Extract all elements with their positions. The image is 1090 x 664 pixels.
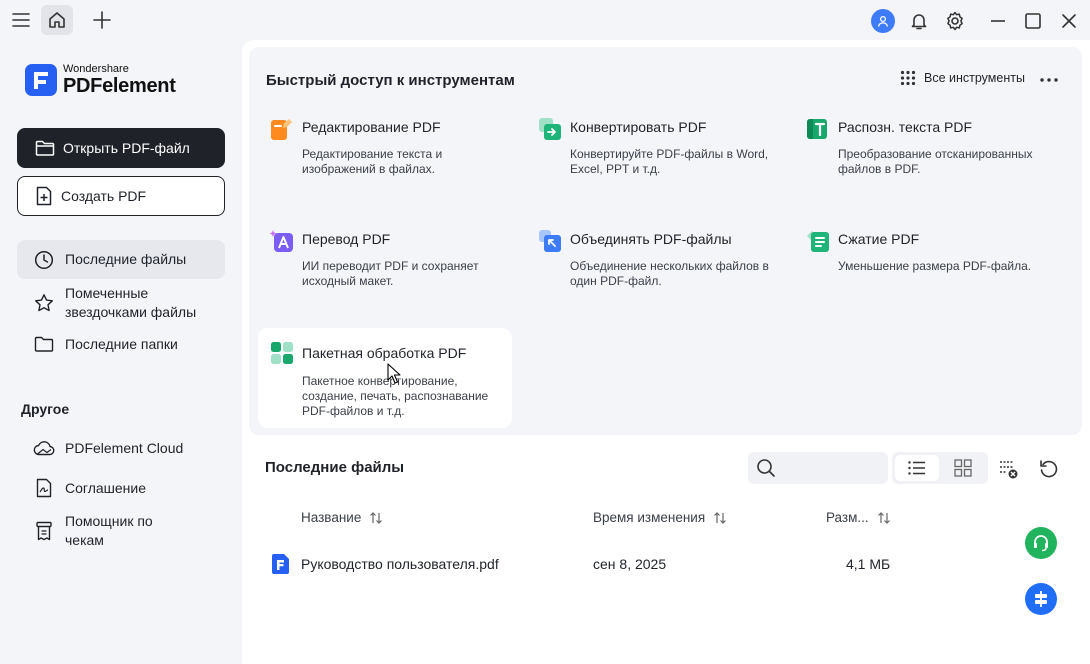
settings-gear-icon[interactable] [943,8,967,34]
sidebar-item-label: Помеченные звездочками файлы [65,285,197,320]
menu-icon[interactable] [8,7,34,33]
tool-card-compress-pdf[interactable]: Сжатие PDF Уменьшение размера PDF-файла. [794,225,1048,325]
tool-card-title: Пакетная обработка PDF [302,345,467,361]
title-bar [0,0,1090,40]
sidebar-item-label: Соглашение [65,479,147,496]
convert-pdf-icon [538,117,562,141]
tool-card-desc: Преобразование отсканированных файлов в … [838,147,1033,176]
folder-icon [33,333,55,355]
sidebar-item-label: Помощник по чекам [65,513,153,548]
file-modified: сен 8, 2025 [593,556,667,572]
merge-icon [538,229,562,253]
tool-card-desc: Редактирование текста и изображений в фа… [302,147,443,176]
logo-company: Wondershare [63,63,129,75]
sort-icon [714,511,727,524]
grid-dots-icon [900,70,916,86]
notification-bell-icon[interactable] [907,8,931,34]
more-options-icon[interactable] [1038,70,1060,90]
home-icon[interactable] [41,5,73,35]
sidebar-item-label: PDFelement Cloud [65,439,184,456]
other-section-title: Другое [21,401,70,417]
column-header-name[interactable]: Название [301,510,383,525]
folder-open-icon [35,140,55,156]
open-pdf-label: Открыть PDF-файл [63,140,190,156]
sidebar-item-cloud[interactable]: PDFelement Cloud [17,433,225,463]
tool-card-batch-pdf[interactable]: Пакетная обработка PDF Пакетное конверти… [258,328,512,428]
tool-card-title: Распозн. текста PDF [838,119,973,135]
tool-card-edit-pdf[interactable]: Редактирование PDF Редактирование текста… [258,113,512,213]
sidebar-item-starred-files[interactable]: Помеченные звездочками файлы [17,283,225,323]
sidebar-item-label: Последние папки [65,335,178,352]
tool-card-merge-pdf[interactable]: Объединять PDF-файлы Объединение несколь… [526,225,780,325]
tool-card-title: Объединять PDF-файлы [570,231,732,247]
file-name: Руководство пользователя.pdf [301,556,499,572]
search-icon [757,459,775,477]
clock-icon [33,249,55,271]
logo-product: PDFelement [63,75,176,97]
tool-card-desc: Уменьшение размера PDF-файла. [838,259,1032,273]
column-header-modified[interactable]: Время изменения [593,510,727,525]
tool-card-title: Перевод PDF [302,231,391,247]
star-icon [33,292,55,314]
new-file-icon [36,186,52,206]
all-tools-button[interactable]: Все инструменты [900,70,1025,86]
all-tools-label: Все инструменты [924,71,1025,85]
view-toggle [892,452,988,484]
support-headset-icon[interactable] [1025,527,1057,559]
tool-card-desc: Объединение нескольких файлов в один PDF… [570,259,769,288]
sidebar-item-agreement[interactable]: Соглашение [17,473,225,503]
tool-card-desc: ИИ переводит PDF и сохраняет исходный ма… [302,259,479,288]
agreement-icon [33,477,55,499]
list-view-icon[interactable] [895,455,939,481]
close-icon[interactable] [1055,8,1083,34]
tool-card-title: Сжатие PDF [838,231,920,247]
sidebar-item-recent-folders[interactable]: Последние папки [17,329,225,359]
create-pdf-label: Создать PDF [61,188,147,204]
column-header-label: Время изменения [593,510,706,525]
tool-card-convert-pdf[interactable]: Конвертировать PDF Конвертируйте PDF-фай… [526,113,780,213]
tool-card-title: Конвертировать PDF [570,119,707,135]
column-header-label: Название [301,510,362,525]
column-header-size[interactable]: Разм... [826,510,891,525]
receipt-icon [33,520,55,542]
sort-icon [877,511,890,524]
maximize-icon[interactable] [1019,8,1047,34]
batch-icon [270,341,294,365]
tool-card-title: Редактирование PDF [302,119,441,135]
create-pdf-button[interactable]: Создать PDF [17,176,225,216]
user-avatar-icon[interactable] [871,9,895,33]
cloud-icon [33,437,55,459]
search-input[interactable] [748,452,888,484]
new-tab-icon[interactable] [88,7,116,33]
translate-icon [269,229,294,253]
file-size: 4,1 МБ [846,556,891,572]
compress-icon [806,229,830,253]
mouse-cursor-icon [387,363,401,385]
signpost-icon[interactable] [1025,583,1057,615]
sidebar: Wondershare PDFelement Открыть PDF-файл … [0,40,242,664]
sidebar-item-recent-files[interactable]: Последние файлы [17,240,225,279]
sort-icon [370,511,383,524]
quick-access-title: Быстрый доступ к инструментам [266,72,515,89]
sidebar-item-receipt-assistant[interactable]: Помощник по чекам [17,511,225,551]
grid-view-icon[interactable] [941,455,985,481]
tool-card-desc: Конвертируйте PDF-файлы в Word, Excel, P… [570,147,769,176]
clear-list-icon[interactable] [998,458,1020,480]
refresh-icon[interactable] [1038,458,1060,480]
tool-card-ocr-pdf[interactable]: Распозн. текста PDF Преобразование отска… [794,113,1048,213]
app-logo: Wondershare PDFelement [25,64,176,96]
ocr-icon [806,117,830,141]
tool-card-translate-pdf[interactable]: Перевод PDF ИИ переводит PDF и сохраняет… [258,225,512,325]
open-pdf-button[interactable]: Открыть PDF-файл [17,128,225,168]
pdfelement-logo-icon [25,64,57,96]
edit-pdf-icon [270,117,294,141]
pdf-file-icon [272,553,290,575]
column-header-label: Разм... [826,510,869,525]
minimize-icon[interactable] [984,8,1012,34]
sidebar-item-label: Последние файлы [65,251,187,267]
recent-files-title: Последние файлы [265,459,405,476]
